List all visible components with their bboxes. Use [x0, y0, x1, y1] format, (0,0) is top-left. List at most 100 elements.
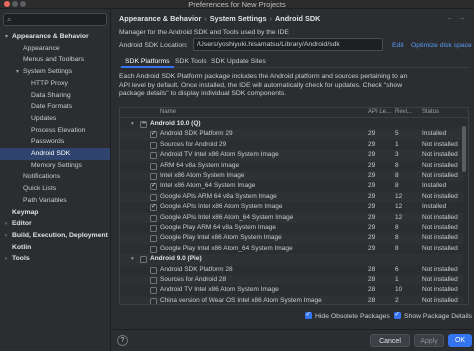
- cell-api: 29: [368, 172, 376, 179]
- package-checkbox[interactable]: [150, 152, 157, 160]
- cell-api: 29: [368, 203, 376, 211]
- cell-name: Intel x86 Atom_64 System Image: [160, 182, 256, 190]
- sidebar-item[interactable]: › Editor: [0, 218, 110, 230]
- table-row[interactable]: Google Play Intel x86 Atom_64 System Ima…: [120, 244, 463, 254]
- table-row[interactable]: Sources for Android 29 29 1 Not installed: [120, 140, 463, 150]
- cell-status: Not installed: [422, 172, 458, 179]
- sidebar-item[interactable]: Updates: [0, 113, 110, 125]
- package-checkbox[interactable]: [150, 235, 157, 243]
- hide-obsolete-checkbox[interactable]: [305, 310, 312, 319]
- sidebar-item[interactable]: Android SDK: [0, 148, 110, 160]
- package-checkbox[interactable]: [150, 277, 157, 284]
- package-checkbox[interactable]: [150, 162, 157, 170]
- sidebar-item[interactable]: Notifications: [0, 171, 110, 183]
- sidebar-item[interactable]: ▾ System Settings: [0, 66, 110, 78]
- package-checkbox[interactable]: [150, 214, 157, 222]
- cell-name: Android 9.0 (Pie): [150, 255, 202, 263]
- table-row[interactable]: Intel x86 Atom_64 System Image 29 8 Install…: [120, 181, 463, 192]
- table-row[interactable]: China version of Wear OS Intel x86 Atom …: [120, 295, 463, 304]
- package-checkbox[interactable]: [150, 297, 157, 304]
- sidebar-item[interactable]: Process Elevation: [0, 125, 110, 137]
- table-row[interactable]: Google Play ARM 64 v8a System Image 29 8 No…: [120, 223, 463, 233]
- package-checkbox[interactable]: [150, 193, 157, 201]
- settings-search-input[interactable]: [17, 15, 105, 25]
- optimize-disk-space-link[interactable]: Optimize disk space: [411, 42, 472, 49]
- sidebar-item[interactable]: › Tools: [0, 253, 110, 265]
- sidebar-item[interactable]: Passwords: [0, 136, 110, 148]
- package-checkbox[interactable]: [150, 141, 157, 149]
- package-checkbox[interactable]: [150, 287, 157, 295]
- package-checkbox[interactable]: [150, 266, 157, 274]
- settings-search-box[interactable]: ⌕: [3, 13, 107, 26]
- package-checkbox[interactable]: [150, 245, 157, 253]
- cell-api: 29: [368, 151, 376, 159]
- cell-api: 29: [368, 161, 376, 169]
- sidebar-item[interactable]: Date Formats: [0, 101, 110, 113]
- chevron-down-icon[interactable]: ▾: [131, 254, 134, 264]
- table-row[interactable]: Google APIs Intel x86 Atom_64 System Ima…: [120, 212, 463, 223]
- apply-button[interactable]: Apply: [414, 334, 444, 347]
- forward-arrow-icon[interactable]: →: [458, 13, 466, 22]
- sidebar-item[interactable]: Memory Settings: [0, 160, 110, 172]
- tab-sdk-tools[interactable]: SDK Tools: [171, 56, 211, 68]
- column-header-revision[interactable]: Revi...: [395, 109, 412, 115]
- sidebar-item[interactable]: Quick Lists: [0, 183, 110, 195]
- sidebar-item[interactable]: HTTP Proxy: [0, 78, 110, 90]
- sdk-location-field[interactable]: /Users/yoshiyuki.hisamatsu/Library/Andro…: [193, 38, 383, 51]
- table-row[interactable]: Google APIs Intel x86 Atom System Image 2…: [120, 202, 463, 213]
- package-checkbox[interactable]: [150, 173, 157, 180]
- info-line: API level by default. Once installed, th…: [119, 81, 403, 89]
- cell-name: Android 10.0 (Q): [150, 120, 201, 127]
- sidebar-item[interactable]: Data Sharing: [0, 90, 110, 102]
- package-checkbox[interactable]: [150, 202, 157, 213]
- chevron-down-icon[interactable]: ▾: [131, 119, 134, 129]
- sidebar-item[interactable]: Appearance: [0, 43, 110, 55]
- column-header-api-level[interactable]: API Le...: [368, 109, 391, 115]
- help-button[interactable]: ?: [117, 335, 128, 346]
- sidebar-item[interactable]: Path Variables: [0, 195, 110, 207]
- cell-rev: 1: [395, 276, 399, 283]
- tab-sdk-platforms[interactable]: SDK Platforms: [121, 56, 174, 68]
- sidebar-item[interactable]: Menus and Toolbars: [0, 54, 110, 66]
- table-row[interactable]: ARM 64 v8a System Image 29 8 Not installed: [120, 161, 463, 171]
- package-checkbox[interactable]: [150, 225, 157, 232]
- cell-name: Sources for Android 29: [160, 140, 227, 148]
- package-checkbox[interactable]: [150, 181, 157, 192]
- edit-link[interactable]: Edit: [392, 42, 404, 49]
- sidebar-item[interactable]: › Build, Execution, Deployment: [0, 230, 110, 242]
- package-checkbox[interactable]: [140, 256, 147, 264]
- tab-sdk-update-sites[interactable]: SDK Update Sites: [207, 56, 270, 68]
- cell-name: China version of Wear OS Intel x86 Atom …: [160, 296, 322, 304]
- table-row[interactable]: Android SDK Platform 29 29 5 Installed: [120, 129, 463, 140]
- table-row[interactable]: Intel x86 Atom System Image 29 8 Not instal…: [120, 171, 463, 182]
- sidebar-item[interactable]: Keymap: [0, 207, 110, 219]
- hide-obsolete-option[interactable]: Hide Obsolete Packages: [305, 310, 390, 320]
- chevron-right-icon[interactable]: ›: [5, 254, 12, 266]
- cell-status: Not installed: [422, 276, 458, 283]
- sidebar-item[interactable]: Kotlin: [0, 242, 110, 254]
- ok-button[interactable]: OK: [448, 334, 472, 347]
- column-header-status[interactable]: Status: [422, 109, 439, 115]
- sidebar-item-label: Process Elevation: [31, 126, 86, 134]
- cancel-button[interactable]: Cancel: [370, 334, 410, 347]
- cell-rev: 8: [395, 224, 399, 231]
- table-row[interactable]: Android SDK Platform 28 28 6 Not installed: [120, 265, 463, 275]
- table-group-row[interactable]: ▾ Android 10.0 (Q): [120, 119, 463, 129]
- sidebar-item[interactable]: ▾ Appearance & Behavior: [0, 31, 110, 43]
- table-row[interactable]: Android TV Intel x86 Atom System Image 28…: [120, 285, 463, 295]
- package-checkbox[interactable]: [140, 119, 147, 129]
- page-description: Manager for the Android SDK and Tools us…: [119, 29, 289, 36]
- table-row[interactable]: Google Play Intel x86 Atom System Image 2…: [120, 233, 463, 244]
- back-arrow-icon[interactable]: ←: [446, 13, 454, 22]
- show-details-option[interactable]: Show Package Details: [394, 310, 472, 320]
- table-row[interactable]: Google APIs ARM 64 v8a System Image 29 12 N…: [120, 191, 463, 203]
- column-header-name[interactable]: Name: [160, 109, 176, 115]
- package-checkbox[interactable]: [150, 129, 157, 140]
- table-scrollbar[interactable]: [462, 126, 466, 172]
- table-row[interactable]: Sources for Android 28 28 1 Not installed: [120, 275, 463, 286]
- show-details-checkbox[interactable]: [394, 310, 401, 319]
- table-group-row[interactable]: ▾ Android 9.0 (Pie): [120, 254, 463, 265]
- table-row[interactable]: Android TV Intel x86 Atom System Image 29…: [120, 150, 463, 161]
- cell-name: Android SDK Platform 29: [160, 130, 233, 138]
- sidebar-item-label: Data Sharing: [31, 91, 71, 99]
